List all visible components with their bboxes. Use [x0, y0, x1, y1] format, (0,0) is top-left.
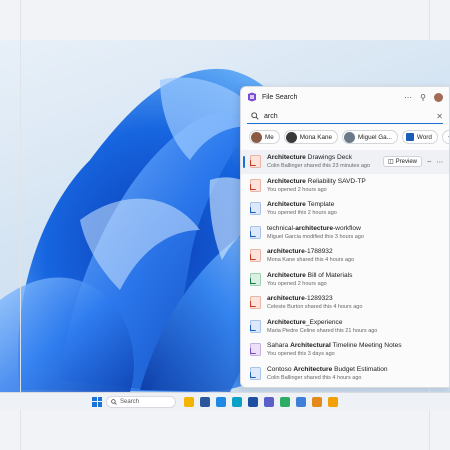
word-file-icon — [250, 366, 261, 380]
result-title: Architecture Reliability SAVD-TP — [267, 177, 366, 185]
chip-avatar — [343, 131, 355, 143]
result-subtitle: You opened 2 hours ago — [267, 186, 327, 193]
result-row[interactable]: technical-architecture-workflow Miguel Ga… — [241, 221, 449, 245]
taskbar: Search — [0, 392, 450, 410]
result-title: Architecture_Experience — [267, 318, 343, 326]
ppt-file-icon — [250, 296, 261, 310]
panel-header: File Search ⋯ ⚲ — [241, 87, 449, 107]
search-input[interactable] — [264, 112, 432, 120]
ppt-file-icon — [250, 178, 261, 192]
taskbar-app-icon[interactable] — [232, 396, 242, 407]
more-icon[interactable]: ⋯ — [437, 158, 444, 166]
result-row[interactable]: Contoso Architecture Budget Estimation Co… — [241, 362, 449, 386]
close-icon[interactable]: ✕ — [436, 112, 443, 121]
result-row[interactable]: Architecture Drawings Deck Colin Ballinge… — [241, 150, 449, 174]
result-subtitle: Mona Kane shared this 4 hours ago — [267, 257, 355, 264]
result-title: architecture-1788932 — [267, 248, 333, 256]
more-icon[interactable]: ⋯ — [404, 93, 412, 102]
filter-chip[interactable]: Miguel Ga... — [341, 130, 398, 144]
result-title: Contoso Architecture Budget Estimation — [267, 365, 388, 373]
result-title: Sahara Architectural Timeline Meeting No… — [267, 342, 402, 350]
result-row[interactable]: architecture-1289323 Celeste Burton share… — [241, 291, 449, 315]
preview-icon: ◫ — [387, 159, 394, 166]
taskbar-app-icon[interactable] — [312, 396, 322, 407]
file-search-panel: File Search ⋯ ⚲ ✕ Me Mona Kane Miguel Ga..… — [240, 86, 450, 388]
result-title: architecture-1289323 — [267, 295, 333, 303]
taskbar-app-icon[interactable] — [328, 396, 338, 407]
result-title: Architecture Drawings Deck — [267, 154, 353, 162]
search-icon — [111, 398, 117, 405]
result-subtitle: Celeste Burton shared this 4 hours ago — [267, 304, 363, 311]
taskbar-app-icon[interactable] — [280, 396, 290, 407]
user-avatar[interactable] — [434, 92, 443, 102]
result-subtitle: Maria Piedre Celine shared this 21 hours… — [267, 327, 378, 334]
taskbar-app-icon[interactable] — [184, 396, 194, 407]
filter-chip[interactable]: Word — [401, 130, 438, 144]
chip-label: Miguel Ga... — [357, 133, 392, 141]
result-subtitle: You opened this 3 days ago — [267, 351, 335, 358]
start-icon[interactable] — [92, 396, 102, 407]
result-row[interactable]: Architecture_Experience Maria Piedre Celi… — [241, 315, 449, 339]
taskbar-app-icon[interactable] — [264, 396, 274, 407]
search-bar: ✕ — [247, 109, 443, 124]
results-list: Architecture Drawings Deck Colin Ballinge… — [241, 148, 449, 385]
search-icon — [251, 112, 259, 120]
word-icon — [405, 133, 414, 141]
taskbar-app-icon[interactable] — [248, 396, 258, 407]
result-subtitle: You opened this 2 hours ago — [267, 210, 337, 217]
result-row[interactable]: Sahara Architectural Timeline Meeting No… — [241, 338, 449, 362]
result-subtitle: Colin Ballinger shared this 4 hours ago — [267, 374, 362, 381]
loop-file-icon — [250, 343, 261, 357]
taskbar-search[interactable]: Search — [106, 395, 176, 408]
filter-chip[interactable]: Mona Kane — [283, 130, 338, 144]
taskbar-app-icon[interactable] — [216, 396, 226, 407]
result-row[interactable]: Architecture Bill of Materials You opened… — [241, 268, 449, 292]
word-file-icon — [250, 319, 261, 333]
filter-chip[interactable]: +4 — [441, 130, 449, 144]
xls-file-icon — [250, 272, 261, 286]
taskbar-app-icon[interactable] — [200, 396, 210, 407]
result-row[interactable]: Architecture Template You opened this 2 h… — [241, 197, 449, 221]
copilot-logo-icon — [248, 92, 256, 102]
ppt-file-icon — [250, 249, 261, 263]
taskbar-app-icon[interactable] — [296, 396, 306, 407]
result-title: technical-architecture-workflow — [267, 224, 361, 232]
ppt-file-icon — [250, 155, 261, 169]
preview-button[interactable]: ◫ Preview — [382, 156, 422, 168]
preview-label: Preview — [395, 158, 417, 165]
link-icon[interactable]: ⚲ — [419, 93, 427, 102]
word-file-icon — [250, 202, 261, 216]
chip-label: Mona Kane — [299, 133, 332, 141]
result-row[interactable]: Architecture Reliability SAVD-TP You open… — [241, 174, 449, 198]
taskbar-search-label: Search — [120, 398, 140, 405]
open-with-icon[interactable]: ⇔ — [426, 158, 433, 165]
word-file-icon — [250, 225, 261, 239]
chip-avatar — [251, 131, 262, 143]
result-title: Architecture Bill of Materials — [267, 271, 353, 279]
result-row[interactable]: architecture-1788932 Mona Kane shared thi… — [241, 244, 449, 268]
filter-chip[interactable]: Me — [249, 130, 280, 144]
chip-avatar — [285, 131, 297, 143]
result-subtitle: Miguel Garcia modified this 3 hours ago — [267, 233, 364, 240]
result-subtitle: Colin Ballinger shared this 23 minutes a… — [267, 163, 371, 170]
chip-label: Word — [416, 133, 432, 141]
filter-chips: Me Mona Kane Miguel Ga... Word +4 — [241, 124, 449, 148]
panel-title: File Search — [262, 93, 298, 101]
chip-label: Me — [265, 133, 274, 141]
result-subtitle: You opened 2 hours ago — [267, 280, 327, 287]
result-title: Architecture Template — [267, 201, 335, 209]
